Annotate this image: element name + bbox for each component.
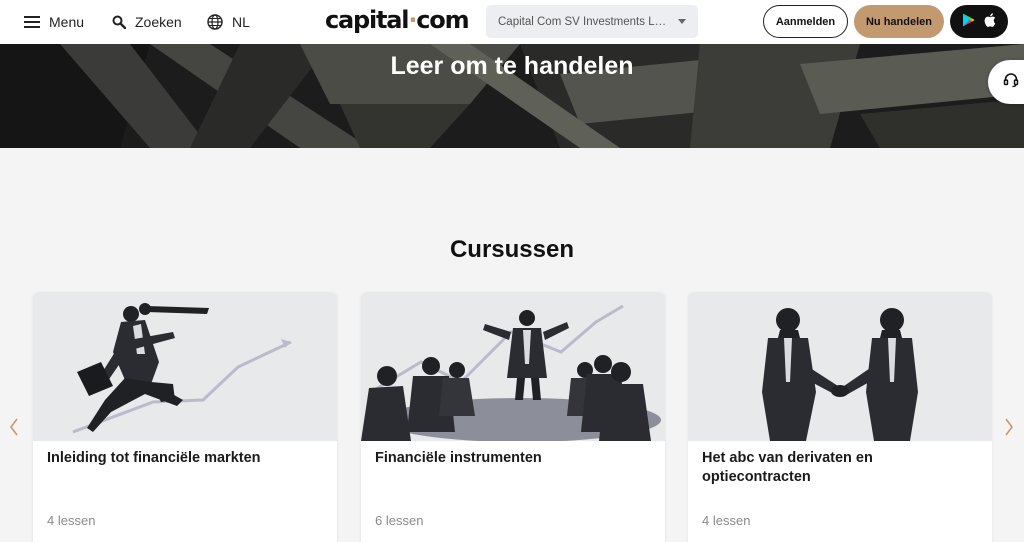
google-play-icon (962, 13, 975, 30)
chevron-right-icon (1004, 418, 1014, 441)
hero-title: Leer om te handelen (390, 52, 634, 80)
course-illustration-business-meeting (361, 292, 665, 441)
trade-now-button[interactable]: Nu handelen (854, 5, 944, 38)
entity-select-value: Capital Com SV Investments Limited (498, 15, 668, 28)
course-title: Financiële instrumenten (375, 450, 542, 466)
logo-text-left: capital (325, 6, 410, 34)
course-lesson-count: 6 lessen (375, 513, 424, 528)
menu-button[interactable]: Menu (24, 0, 84, 44)
search-icon (112, 15, 126, 29)
support-button[interactable] (988, 60, 1024, 104)
course-card[interactable]: Financiële instrumenten 6 lessen (361, 292, 665, 542)
logo-text-right: com (416, 6, 469, 34)
course-card[interactable]: Inleiding tot financiële markten 4 lesse… (33, 292, 337, 542)
course-lesson-count: 4 lessen (47, 513, 96, 528)
language-selector[interactable]: NL (207, 0, 250, 44)
course-illustration-handshake (688, 292, 992, 441)
course-title: Het abc van derivaten en optiecontracten (702, 450, 873, 485)
course-title: Inleiding tot financiële markten (47, 450, 261, 466)
app-download-button[interactable] (950, 5, 1008, 38)
top-navigation-bar: Menu Zoeken NL capital·com Capital Com S… (0, 0, 1024, 44)
search-button[interactable]: Zoeken (112, 0, 182, 44)
carousel-next-button[interactable] (1004, 417, 1014, 442)
hamburger-icon (24, 16, 40, 28)
course-lesson-count: 4 lessen (702, 513, 751, 528)
courses-heading: Cursussen (449, 236, 575, 263)
apple-icon (984, 13, 996, 30)
carousel-prev-button[interactable] (9, 417, 19, 442)
headset-icon (1003, 72, 1019, 93)
chevron-left-icon (9, 418, 19, 441)
search-label: Zoeken (135, 14, 182, 30)
capital-com-logo[interactable]: capital·com (325, 5, 470, 35)
language-label: NL (232, 14, 250, 30)
entity-select[interactable]: Capital Com SV Investments Limited (486, 5, 698, 38)
login-button[interactable]: Aanmelden (763, 5, 848, 38)
course-illustration-businessman-telescope (33, 292, 337, 441)
menu-label: Menu (49, 14, 85, 30)
caret-down-icon (678, 19, 686, 24)
hero-banner: Leer om te handelen (0, 44, 1024, 148)
course-card[interactable]: Het abc van derivaten en optiecontracten… (688, 292, 992, 542)
globe-icon (207, 14, 223, 30)
